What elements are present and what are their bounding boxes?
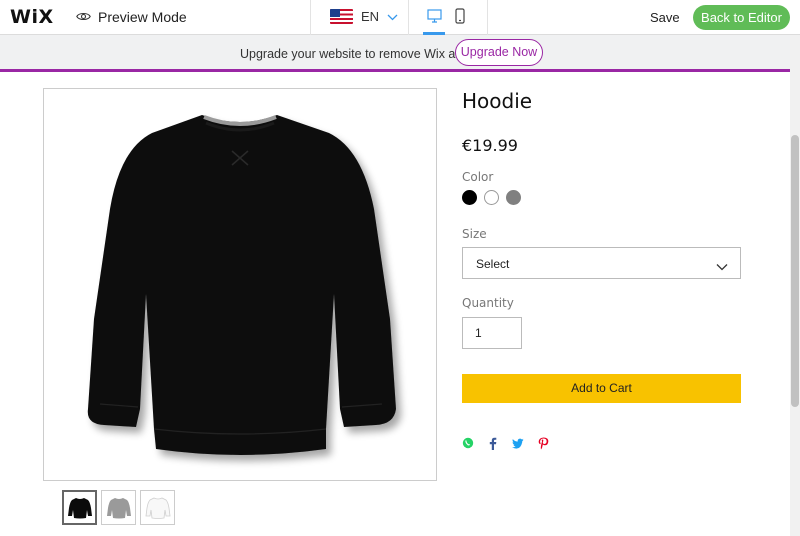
quantity-label: Quantity — [462, 296, 514, 310]
size-select-value: Select — [476, 257, 510, 271]
facebook-icon[interactable] — [487, 436, 499, 450]
mobile-icon — [455, 7, 465, 29]
chevron-down-icon — [716, 258, 728, 276]
editor-topbar: WiX Preview Mode EN Save Back to Editor — [0, 0, 800, 35]
language-label: EN — [361, 9, 380, 24]
mobile-view-button[interactable] — [449, 7, 471, 29]
product-main-image[interactable] — [43, 88, 437, 481]
divider — [310, 0, 311, 35]
color-swatches — [462, 190, 521, 205]
sweatshirt-image — [87, 115, 397, 455]
thumbnail-gray[interactable] — [101, 490, 136, 525]
whatsapp-icon[interactable] — [462, 436, 474, 450]
size-select[interactable]: Select — [462, 247, 741, 279]
wix-logo: WiX — [10, 6, 54, 28]
color-swatch-white[interactable] — [484, 190, 499, 205]
eye-icon — [76, 9, 91, 25]
thumbnail-white[interactable] — [140, 490, 175, 525]
twitter-icon[interactable] — [512, 436, 524, 450]
product-price: €19.99 — [462, 136, 518, 155]
save-button[interactable]: Save — [650, 10, 680, 25]
upgrade-banner-text: Upgrade your website to remove Wix ads — [240, 47, 469, 61]
language-selector[interactable]: EN — [330, 9, 398, 24]
chevron-down-icon — [387, 9, 398, 24]
desktop-icon — [426, 8, 442, 28]
us-flag-icon — [330, 9, 353, 24]
preview-mode-label: Preview Mode — [98, 9, 187, 25]
preview-mode-indicator: Preview Mode — [76, 9, 187, 25]
color-swatch-gray[interactable] — [506, 190, 521, 205]
size-label: Size — [462, 227, 487, 241]
thumbnail-black[interactable] — [62, 490, 97, 525]
color-label: Color — [462, 170, 494, 184]
upgrade-banner: Upgrade your website to remove Wix ads U… — [0, 35, 790, 72]
upgrade-now-button[interactable]: Upgrade Now — [455, 39, 543, 66]
quantity-input[interactable] — [462, 317, 522, 349]
product-thumbnails — [62, 490, 175, 525]
share-buttons — [462, 436, 549, 450]
pinterest-icon[interactable] — [537, 436, 549, 450]
page-scrollbar[interactable] — [790, 35, 800, 536]
product-title: Hoodie — [462, 89, 533, 113]
back-to-editor-button[interactable]: Back to Editor — [693, 5, 790, 30]
divider — [487, 0, 488, 35]
scrollbar-thumb[interactable] — [791, 135, 799, 407]
divider — [408, 0, 409, 35]
desktop-view-button[interactable] — [423, 8, 445, 28]
add-to-cart-button[interactable]: Add to Cart — [462, 374, 741, 403]
color-swatch-black[interactable] — [462, 190, 477, 205]
